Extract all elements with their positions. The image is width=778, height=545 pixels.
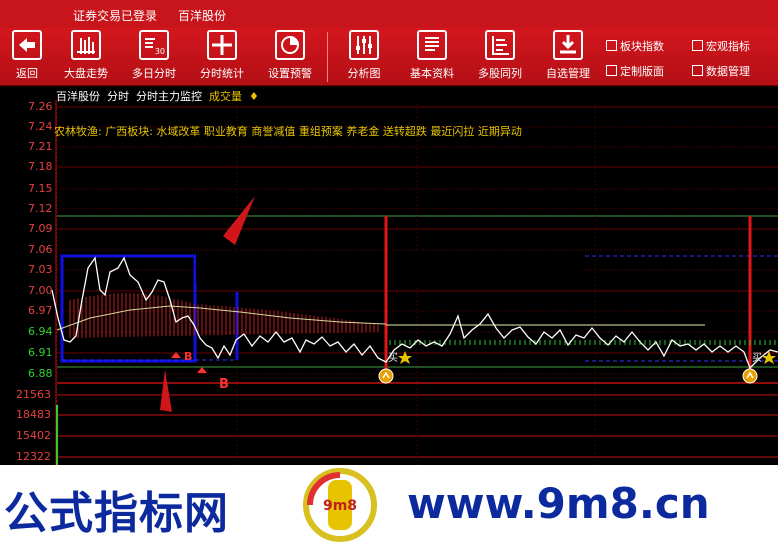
- window-stock-name: 百洋股份: [178, 9, 227, 23]
- buy-arrow-icon-2: [197, 367, 207, 373]
- basic-info-button[interactable]: 基本资料: [406, 30, 458, 82]
- toolbar: 返回 大盘走势 30 多日分时 分时统计 设置预警 分析图 基本资料 多股同列 …: [0, 28, 778, 86]
- back-arrow-icon: [12, 30, 42, 60]
- plus-icon: [606, 65, 617, 76]
- buy-label: 买: [752, 352, 762, 364]
- pie-alert-icon: [275, 30, 305, 60]
- watchlist-button[interactable]: 自选管理: [542, 30, 594, 82]
- market-trend-icon: [71, 30, 101, 60]
- price-tick-label: 7.15: [28, 182, 53, 195]
- price-tick-label: 7.00: [28, 284, 53, 297]
- custom-layout-label: 定制版面: [620, 65, 664, 78]
- concept-tags: 农林牧渔: 广西板块: 水域改革 职业教育 商誉减值 重组预案 养老金 送转超跌…: [54, 125, 522, 138]
- multi-stock-button[interactable]: 多股同列: [474, 30, 526, 82]
- set-alert-label: 设置预警: [268, 67, 312, 80]
- basic-info-label: 基本资料: [410, 67, 454, 80]
- document-icon: [417, 30, 447, 60]
- tab-intraday[interactable]: 分时: [107, 90, 129, 103]
- multi-day-icon: 30: [139, 30, 169, 60]
- market-trend-label: 大盘走势: [64, 67, 108, 80]
- intraday-stats-button[interactable]: 分时统计: [196, 30, 248, 82]
- chart-stock-name: 百洋股份: [56, 90, 100, 103]
- grid-stats-icon: [207, 30, 237, 60]
- range-boxes: [60, 216, 778, 370]
- watermark-banner: 公式指标网 9m8 www.9m8.cn: [0, 465, 778, 545]
- sliders-icon: [349, 30, 379, 60]
- label-b-large: B: [219, 377, 229, 392]
- price-tick-label: 7.12: [28, 202, 53, 215]
- volume-tick-label: 12322: [16, 450, 51, 463]
- price-tick-label: 7.24: [28, 120, 53, 133]
- annotation-arrow-top: [223, 196, 255, 245]
- intraday-stats-label: 分时统计: [200, 67, 244, 80]
- price-tick-label: 7.26: [28, 100, 53, 113]
- buy-label: 买: [388, 352, 398, 364]
- tab-volume[interactable]: 成交量: [209, 90, 242, 103]
- price-tick-label: 7.18: [28, 160, 53, 173]
- price-tick-label: 7.06: [28, 243, 53, 256]
- login-status: 证券交易已登录: [73, 9, 158, 23]
- masked-region: [196, 252, 584, 282]
- volume-tick-label: 18483: [16, 408, 51, 421]
- multi-day-button[interactable]: 30 多日分时: [128, 30, 180, 82]
- gear-icon: [692, 65, 703, 76]
- back-label: 返回: [16, 67, 38, 80]
- price-tick-label: 7.21: [28, 140, 53, 153]
- back-button[interactable]: 返回: [8, 30, 46, 82]
- sector-index-button[interactable]: 板块指数: [606, 38, 664, 54]
- macro-indicator-button[interactable]: 宏观指标: [692, 38, 750, 54]
- price-tick-label: 7.09: [28, 222, 53, 235]
- analysis-chart-label: 分析图: [347, 67, 381, 80]
- watchlist-label: 自选管理: [546, 67, 590, 80]
- multi-day-badge: 30: [154, 47, 165, 56]
- custom-layout-button[interactable]: 定制版面: [606, 63, 664, 79]
- price-tick-label: 7.03: [28, 263, 53, 276]
- multi-stock-icon: [485, 30, 515, 60]
- chevron-up-icon: [378, 368, 394, 384]
- tab-main-force-monitor[interactable]: 分时主力监控: [136, 90, 202, 103]
- data-manage-label: 数据管理: [706, 65, 750, 78]
- banner-logo-icon: 9m8: [303, 468, 377, 542]
- toolbar-separator: [327, 32, 328, 82]
- price-tick-label: 6.91: [28, 346, 53, 359]
- grid-icon: [606, 40, 617, 51]
- analysis-chart-button[interactable]: 分析图: [343, 30, 385, 82]
- intraday-chart[interactable]: B B 买 买: [0, 86, 778, 466]
- multi-stock-label: 多股同列: [478, 67, 522, 80]
- price-tick-label: 6.94: [28, 325, 53, 338]
- label-b-small: B: [184, 350, 192, 363]
- price-tick-label: 6.97: [28, 304, 53, 317]
- chevron-up-icon: [742, 368, 758, 384]
- set-alert-button[interactable]: 设置预警: [263, 30, 317, 82]
- price-tick-label: 6.88: [28, 367, 53, 380]
- annotation-arrow-bottom: [160, 370, 172, 412]
- market-trend-button[interactable]: 大盘走势: [61, 30, 111, 82]
- chart-icon: [692, 40, 703, 51]
- banner-right-text: www.9m8.cn: [407, 479, 710, 528]
- macro-indicator-label: 宏观指标: [706, 40, 750, 53]
- sector-index-label: 板块指数: [620, 40, 664, 53]
- multi-day-label: 多日分时: [132, 67, 176, 80]
- volume-tick-label: 21563: [16, 388, 51, 401]
- banner-left-text: 公式指标网: [4, 488, 229, 539]
- chart-info-line: 百洋股份 分时 分时主力监控 成交量 ♦: [56, 88, 259, 104]
- download-icon: [553, 30, 583, 60]
- title-bar: 证券交易已登录 百洋股份: [0, 0, 778, 28]
- banner-logo-text: 9m8: [323, 498, 357, 514]
- toggle-icon[interactable]: ♦: [249, 90, 259, 103]
- volume-tick-label: 15402: [16, 429, 51, 442]
- signal-marks: B B 买 买: [160, 196, 776, 412]
- data-manage-button[interactable]: 数据管理: [692, 63, 750, 79]
